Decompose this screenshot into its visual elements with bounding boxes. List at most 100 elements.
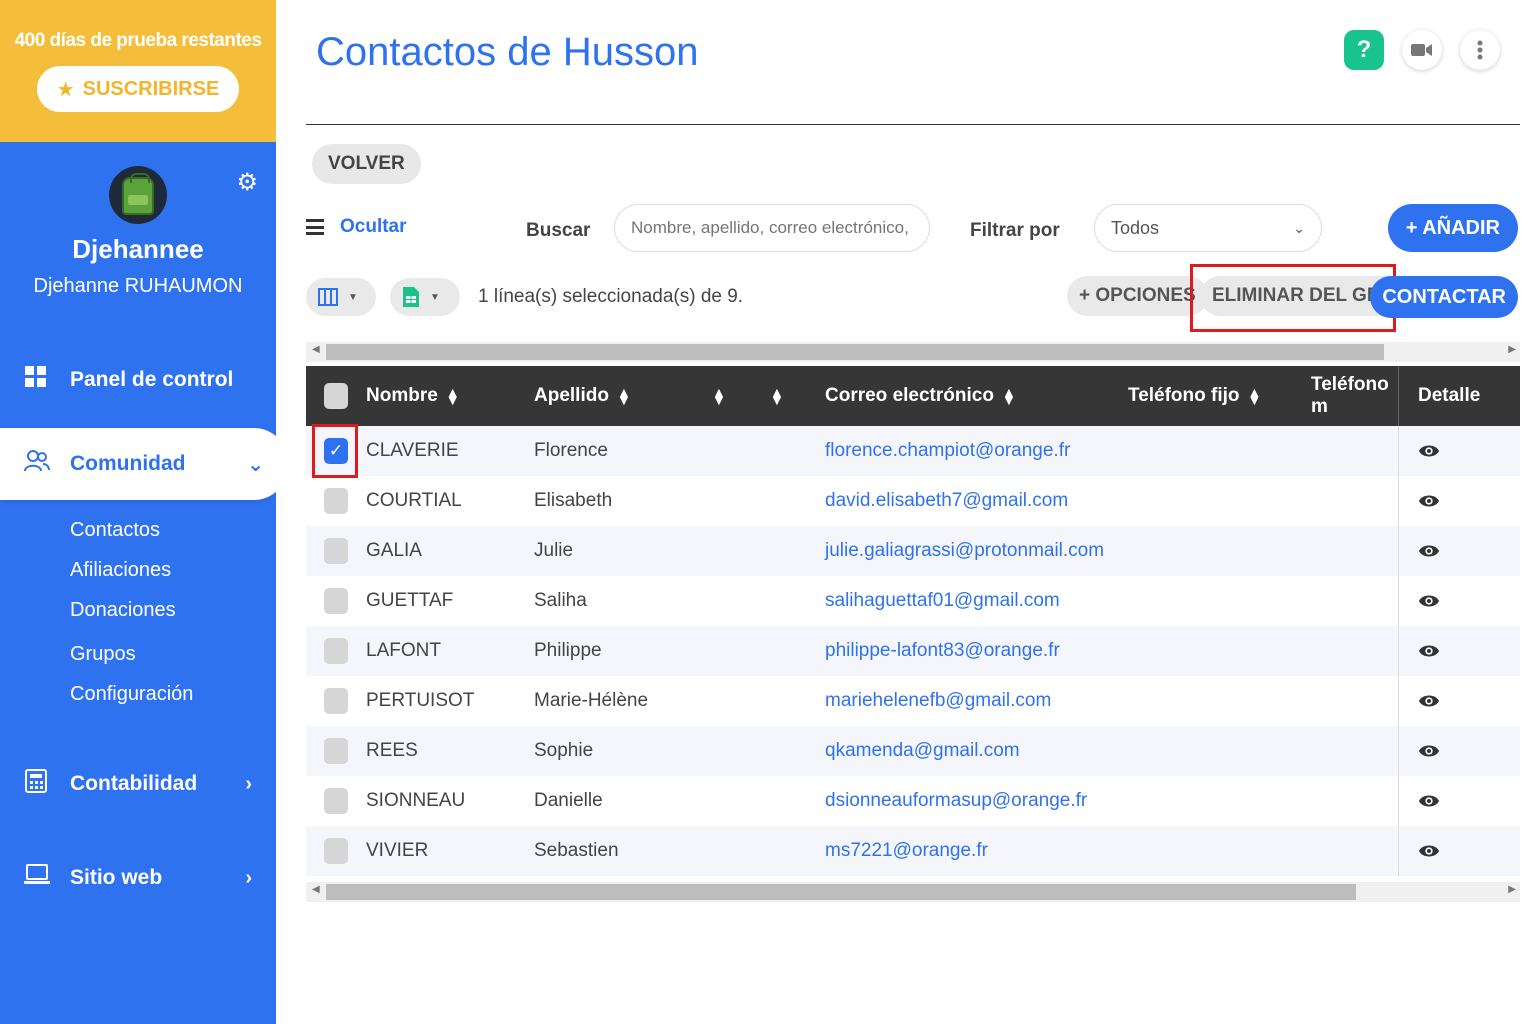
scroll-thumb[interactable] (326, 884, 1356, 900)
scroll-right-icon[interactable]: ▶ (1508, 884, 1516, 895)
eye-icon[interactable] (1418, 790, 1440, 812)
video-camera-icon[interactable] (1402, 30, 1442, 70)
subnav-item-donations[interactable]: Donaciones (70, 590, 276, 630)
subnav-item-settings[interactable]: Configuración (70, 674, 276, 714)
column-unnamed-2[interactable]: ▲ ▼ (770, 366, 784, 426)
column-mobile[interactable]: Teléfono m (1311, 366, 1397, 426)
column-email[interactable]: Correo electrónico ▲ ▼ (825, 366, 1016, 426)
sidebar-item-accounting[interactable]: Contabilidad › (0, 748, 276, 820)
sidebar-item-website[interactable]: Sitio web › (0, 842, 276, 914)
sidebar-item-dashboard[interactable]: Panel de control (0, 344, 276, 416)
cell-email[interactable]: dsionneauformasup@orange.fr (825, 776, 1087, 826)
cell-first-name: CLAVERIE (366, 440, 459, 461)
columns-button[interactable]: ▼ (306, 278, 376, 316)
search-input[interactable] (614, 204, 930, 252)
cell-email[interactable]: ms7221@orange.fr (825, 826, 988, 876)
subscribe-button[interactable]: ★ SUSCRIBIRSE (36, 66, 240, 112)
subnav-item-contacts[interactable]: Contactos (70, 510, 276, 550)
scroll-right-icon[interactable]: ▶ (1508, 344, 1516, 355)
row-checkbox[interactable] (324, 688, 348, 714)
users-icon (24, 450, 50, 478)
cell-first-name: REES (366, 740, 418, 761)
horizontal-scrollbar-top[interactable]: ◀ ▶ (306, 342, 1520, 362)
table-row[interactable]: GUETTAF Saliha salihaguettaf01@gmail.com (306, 576, 1520, 626)
sidebar-item-label: Contabilidad (70, 772, 198, 795)
profile: ⚙ Djehannee Djehanne RUHAUMON (0, 142, 276, 336)
row-checkbox[interactable] (324, 638, 348, 664)
cell-email[interactable]: philippe-lafont83@orange.fr (825, 626, 1060, 676)
horizontal-scrollbar-bottom[interactable]: ◀ ▶ (306, 882, 1520, 902)
contacts-table: Nombre ▲ ▼ Apellido ▲ ▼ ▲ ▼ ▲ ▼ Correo elect… (306, 366, 1520, 876)
export-button[interactable]: ▼ (390, 278, 460, 316)
sidebar-item-community[interactable]: Comunidad ⌄ (0, 428, 276, 500)
column-label: Detalle (1418, 385, 1481, 406)
table-row[interactable]: COURTIAL Elisabeth david.elisabeth7@gmail.… (306, 476, 1520, 526)
column-first-name[interactable]: Nombre ▲ ▼ (366, 366, 460, 426)
eye-icon[interactable] (1418, 690, 1440, 712)
filter-select[interactable]: Todos ⌄ (1094, 204, 1322, 252)
filter-label: Filtrar por (970, 220, 1060, 241)
cell-email[interactable]: florence.champiot@orange.fr (825, 426, 1070, 476)
row-checkbox[interactable] (324, 588, 348, 614)
options-button[interactable]: + OPCIONES (1067, 276, 1208, 316)
more-vertical-icon[interactable] (1460, 30, 1500, 70)
scroll-left-icon[interactable]: ◀ (312, 884, 320, 895)
eye-icon[interactable] (1418, 840, 1440, 862)
column-unnamed-1[interactable]: ▲ ▼ (712, 366, 726, 426)
cell-email[interactable]: qkamenda@gmail.com (825, 726, 1020, 776)
table-row[interactable]: REES Sophie qkamenda@gmail.com (306, 726, 1520, 776)
gear-icon[interactable]: ⚙ (236, 168, 258, 197)
help-icon[interactable]: ? (1344, 30, 1384, 70)
row-checkbox[interactable] (324, 538, 348, 564)
eye-icon[interactable] (1418, 540, 1440, 562)
column-last-name[interactable]: Apellido ▲ ▼ (534, 366, 631, 426)
cell-email[interactable]: mariehelenefb@gmail.com (825, 676, 1051, 726)
sort-icon: ▲ ▼ (1247, 384, 1262, 408)
cell-email[interactable]: salihaguettaf01@gmail.com (825, 576, 1060, 626)
scroll-left-icon[interactable]: ◀ (312, 344, 320, 355)
eye-icon[interactable] (1418, 590, 1440, 612)
column-phone[interactable]: Teléfono fijo ▲ ▼ (1128, 366, 1261, 426)
cell-email[interactable]: david.elisabeth7@gmail.com (825, 476, 1068, 526)
row-checkbox[interactable] (324, 838, 348, 864)
table-row[interactable]: ✓ CLAVERIE Florence florence.champiot@orang… (306, 424, 1520, 478)
table-row[interactable]: SIONNEAU Danielle dsionneauformasup@orange… (306, 776, 1520, 826)
trial-banner: 400 días de prueba restantes ★ SUSCRIBIR… (0, 0, 276, 142)
row-checkbox[interactable] (324, 738, 348, 764)
cell-last-name: Sebastien (534, 840, 619, 861)
star-icon: ★ (56, 78, 75, 101)
table-row[interactable]: PERTUISOT Marie-Hélène mariehelenefb@gmail… (306, 676, 1520, 726)
eye-icon[interactable] (1418, 490, 1440, 512)
eye-icon[interactable] (1418, 440, 1440, 462)
back-button[interactable]: VOLVER (312, 144, 421, 184)
row-checkbox[interactable] (324, 488, 348, 514)
row-checkbox[interactable] (324, 788, 348, 814)
subnav-item-groups[interactable]: Grupos (70, 634, 276, 674)
subnav-item-affiliations[interactable]: Afiliaciones (70, 550, 276, 590)
eye-icon[interactable] (1418, 640, 1440, 662)
add-button[interactable]: + AÑADIR (1387, 204, 1518, 252)
table-row[interactable]: GALIA Julie julie.galiagrassi@protonmail.c… (306, 526, 1520, 576)
cell-last-name: Elisabeth (534, 490, 613, 511)
contact-button[interactable]: CONTACTAR (1370, 276, 1518, 318)
chevron-down-icon: ⌄ (1293, 219, 1305, 236)
sidebar: 400 días de prueba restantes ★ SUSCRIBIR… (0, 0, 276, 1024)
sort-icon: ▲ ▼ (616, 384, 631, 408)
sidebar-item-label: Sitio web (70, 866, 163, 889)
cell-last-name: Philippe (534, 640, 602, 661)
table-row[interactable]: LAFONT Philippe philippe-lafont83@orange.f… (306, 626, 1520, 676)
table-row[interactable]: VIVIER Sebastien ms7221@orange.fr (306, 826, 1520, 876)
column-label: Apellido (534, 385, 609, 406)
scroll-thumb[interactable] (326, 344, 1384, 360)
sort-icon: ▲ ▼ (770, 384, 784, 408)
select-all-checkbox[interactable] (324, 366, 348, 426)
cell-first-name: GUETTAF (366, 590, 454, 611)
hide-label: Ocultar (340, 216, 407, 237)
eye-icon[interactable] (1418, 740, 1440, 762)
column-label: Teléfono fijo (1128, 385, 1240, 406)
avatar[interactable] (109, 166, 167, 224)
cell-email[interactable]: julie.galiagrassi@protonmail.com (825, 526, 1104, 576)
hide-toggle[interactable]: Ocultar (306, 216, 407, 238)
top-icons: ? (1344, 30, 1500, 70)
filter-value: Todos (1111, 217, 1160, 238)
